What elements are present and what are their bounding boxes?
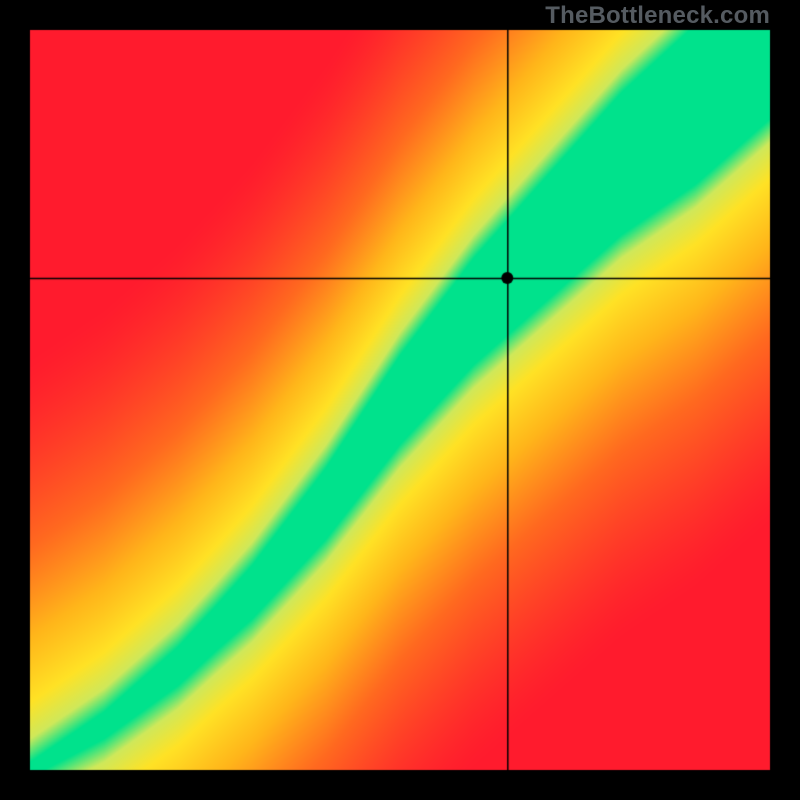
bottleneck-heatmap [0,0,800,800]
watermark-text: TheBottleneck.com [545,2,770,30]
heatmap-container: TheBottleneck.com [0,0,800,800]
